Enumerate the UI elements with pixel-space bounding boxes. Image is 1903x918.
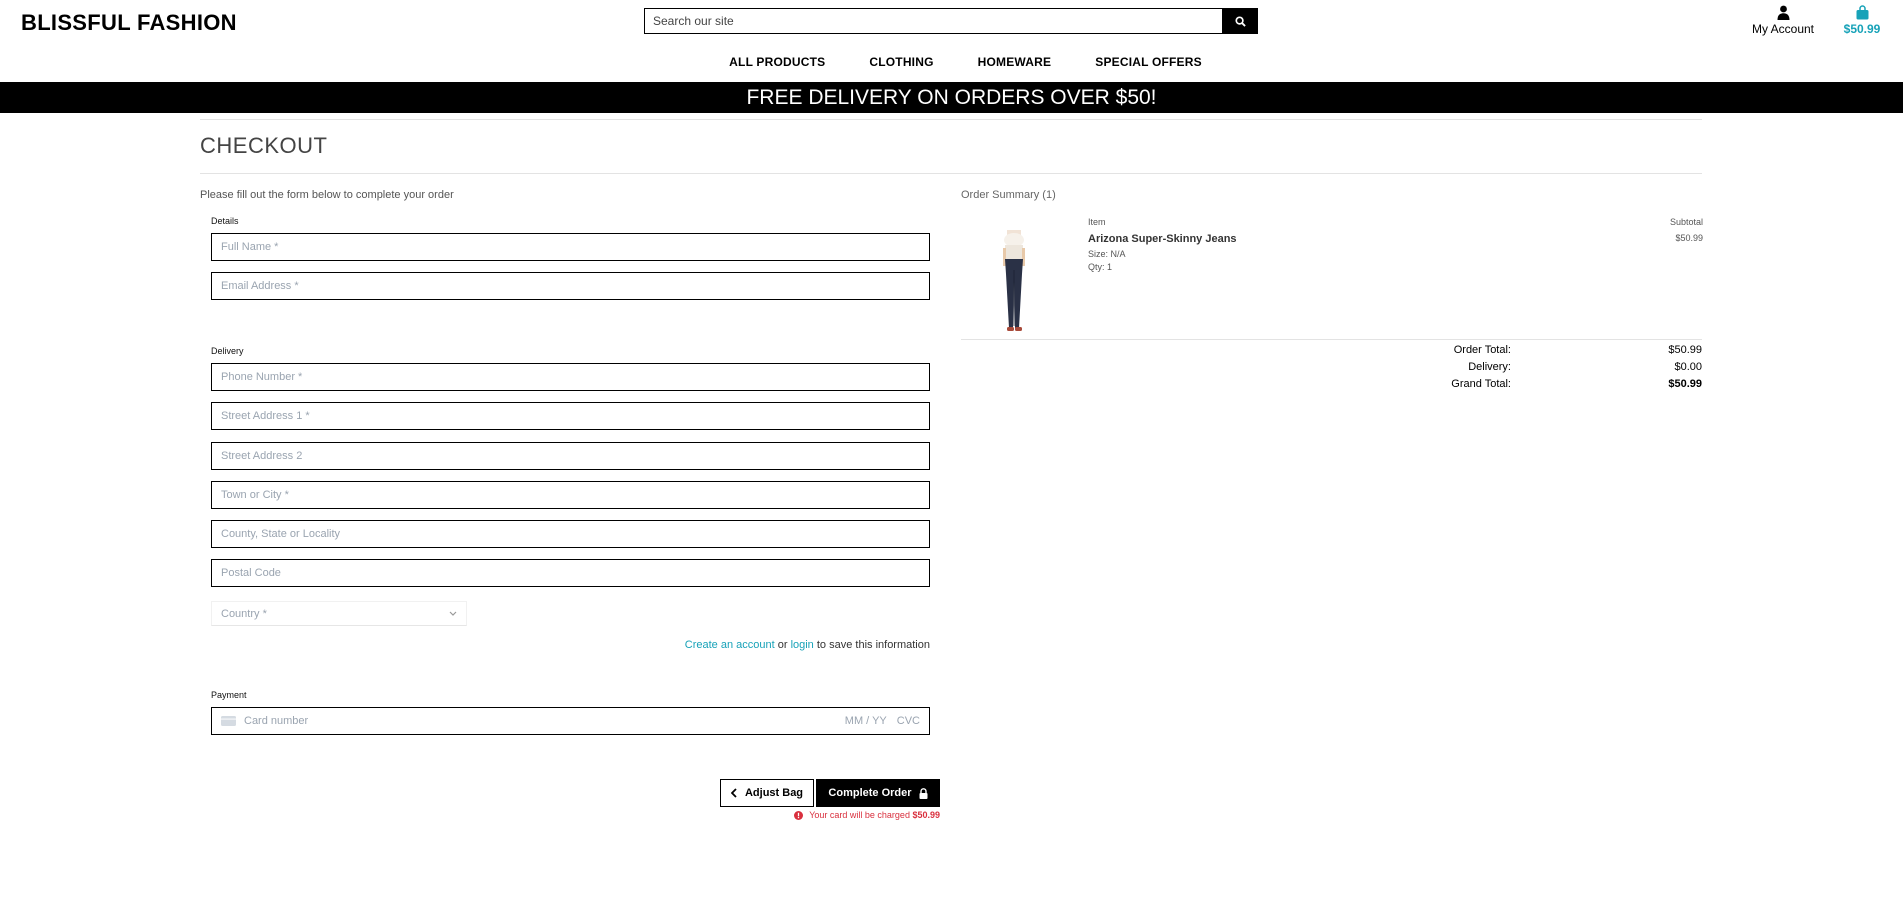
save-info-or: or (777, 639, 788, 651)
full-name-field[interactable] (211, 233, 930, 261)
adjust-bag-label: Adjust Bag (744, 787, 804, 799)
divider (200, 119, 1702, 120)
order-totals: Order Total: $50.99 Delivery: $0.00 Gran… (1400, 341, 1702, 392)
chevron-left-icon (730, 788, 737, 798)
shopping-bag-icon (1856, 5, 1868, 20)
exclamation-circle-icon (794, 810, 804, 820)
product-subtotal: $50.99 (1675, 233, 1703, 243)
payment-label: Payment (211, 690, 247, 700)
charge-note-text: Your card will be charged (809, 810, 910, 820)
my-account-link[interactable]: My Account (1750, 5, 1816, 36)
card-cvc-placeholder: CVC (896, 715, 920, 727)
delivery-cost-label: Delivery: (1468, 360, 1511, 373)
credit-card-icon (221, 716, 236, 726)
complete-order-label: Complete Order (828, 787, 912, 799)
product-name[interactable]: Arizona Super-Skinny Jeans (1088, 233, 1237, 245)
search-bar (644, 8, 1258, 34)
delivery-cost-value: $0.00 (1674, 360, 1702, 373)
nav-homeware[interactable]: HOMEWARE (978, 55, 1052, 69)
adjust-bag-button[interactable]: Adjust Bag (720, 779, 814, 807)
nav-all-products[interactable]: ALL PRODUCTS (729, 55, 825, 69)
street-address-2-field[interactable] (211, 442, 930, 470)
user-icon (1777, 5, 1789, 20)
county-field[interactable] (211, 520, 930, 548)
charge-amount: $50.99 (912, 810, 940, 820)
product-image[interactable] (990, 230, 1038, 334)
country-selected-value: Country * (221, 607, 267, 620)
product-size: Size: N/A (1088, 249, 1126, 259)
form-intro: Please fill out the form below to comple… (200, 189, 454, 201)
grand-total-label: Grand Total: (1451, 377, 1511, 390)
search-button[interactable] (1222, 8, 1258, 34)
complete-order-button[interactable]: Complete Order (816, 779, 940, 807)
delivery-row: Delivery: $0.00 (1400, 358, 1702, 375)
town-city-field[interactable] (211, 481, 930, 509)
phone-field[interactable] (211, 363, 930, 391)
save-info-text: Create an account or login to save this … (685, 639, 930, 651)
column-subtotal-header: Subtotal (1669, 217, 1703, 227)
my-account-label: My Account (1751, 22, 1815, 36)
site-logo[interactable]: BLISSFUL FASHION (21, 10, 237, 36)
country-select[interactable]: Country * (211, 601, 467, 626)
page-title: CHECKOUT (200, 133, 328, 158)
grand-total-row: Grand Total: $50.99 (1400, 375, 1702, 392)
column-item-header: Item (1088, 217, 1106, 227)
order-summary-title: Order Summary (1) (961, 189, 1056, 201)
nav-special-offers[interactable]: SPECIAL OFFERS (1095, 55, 1202, 69)
bag-total: $50.99 (1843, 22, 1881, 36)
card-element[interactable]: Card number MM / YY CVC (211, 707, 930, 735)
order-total-value: $50.99 (1668, 343, 1702, 356)
search-icon (1234, 15, 1246, 27)
save-info-suffix: to save this information (816, 639, 930, 651)
card-number-placeholder: Card number (244, 715, 309, 727)
postal-code-field[interactable] (211, 559, 930, 587)
search-input[interactable] (644, 8, 1222, 34)
lock-icon (919, 787, 928, 799)
divider (200, 173, 1702, 174)
details-label: Details (211, 216, 239, 226)
order-total-row: Order Total: $50.99 (1400, 341, 1702, 358)
login-link[interactable]: login (791, 639, 814, 651)
grand-total-value: $50.99 (1668, 377, 1702, 390)
shopping-bag-link[interactable]: $50.99 (1838, 5, 1886, 36)
divider (961, 339, 1702, 340)
order-total-label: Order Total: (1453, 343, 1511, 356)
nav-clothing[interactable]: CLOTHING (869, 55, 933, 69)
street-address-1-field[interactable] (211, 402, 930, 430)
delivery-label: Delivery (211, 346, 244, 356)
product-qty: Qty: 1 (1088, 262, 1113, 272)
card-expiry-placeholder: MM / YY (844, 715, 887, 727)
delivery-banner: FREE DELIVERY ON ORDERS OVER $50! (0, 82, 1903, 113)
charge-notice: Your card will be charged $50.99 (794, 810, 940, 820)
chevron-down-icon (449, 611, 457, 616)
create-account-link[interactable]: Create an account (685, 639, 775, 651)
main-nav: ALL PRODUCTS CLOTHING HOMEWARE SPECIAL O… (0, 55, 1903, 69)
email-field[interactable] (211, 272, 930, 300)
